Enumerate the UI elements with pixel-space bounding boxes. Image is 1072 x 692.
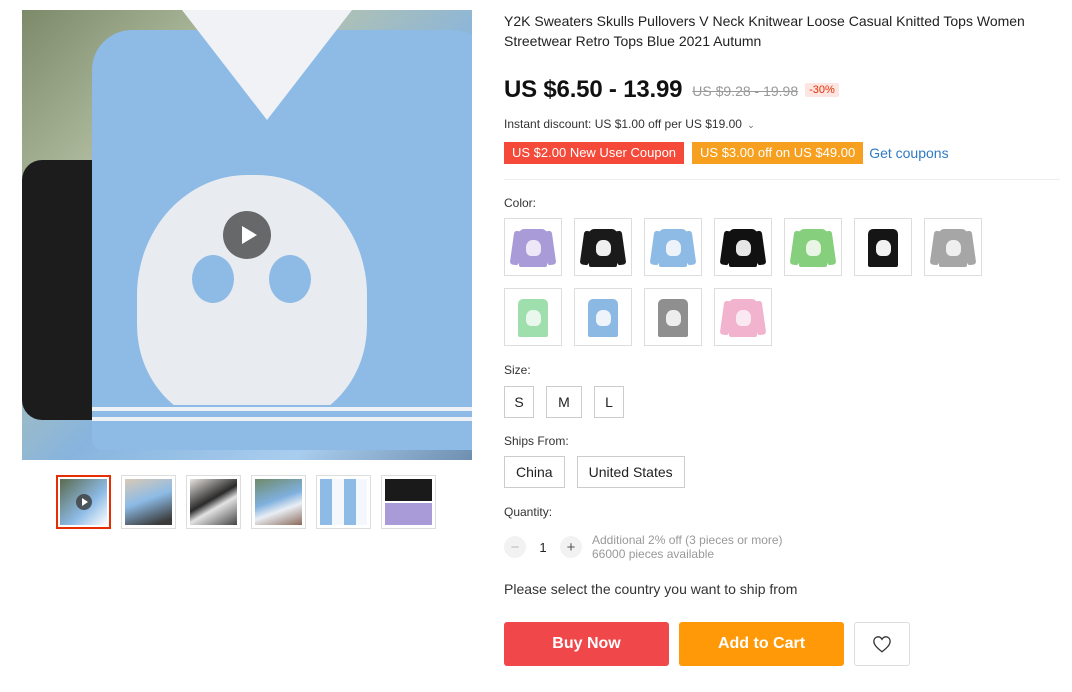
sweater-thumbnail (651, 295, 695, 339)
add-to-cart-button[interactable]: Add to Cart (679, 622, 844, 666)
ships-from-china[interactable]: China (504, 456, 565, 488)
heart-icon (873, 636, 891, 653)
size-option-m[interactable]: M (546, 386, 582, 418)
color-swatch-grey-vest[interactable] (644, 288, 702, 346)
instant-discount[interactable]: Instant discount: US $1.00 off per US $1… (504, 117, 755, 131)
size-label: Size: (504, 363, 531, 377)
ship-country-note: Please select the country you want to sh… (504, 581, 798, 597)
sweater-thumbnail (581, 295, 625, 339)
coupon-row: US $2.00 New User Coupon US $3.00 off on… (504, 142, 949, 164)
quantity-input[interactable] (526, 539, 560, 555)
thumbnail-6[interactable] (381, 475, 436, 529)
instant-discount-text: Instant discount: US $1.00 off per US $1… (504, 117, 742, 131)
color-swatch-black-vest[interactable] (854, 218, 912, 276)
sweater-thumbnail (509, 225, 557, 269)
divider (504, 179, 1060, 180)
wishlist-button[interactable] (854, 622, 910, 666)
sweater-thumbnail (719, 225, 767, 269)
play-icon (75, 494, 92, 510)
color-swatch-green[interactable] (784, 218, 842, 276)
color-swatch-green-vest[interactable] (504, 288, 562, 346)
sweater-thumbnail (929, 225, 977, 269)
thumbnail-5[interactable] (316, 475, 371, 529)
original-price: US $9.28 - 19.98 (692, 83, 799, 99)
size-options: S M L (504, 386, 624, 418)
bulk-discount-note: Additional 2% off (3 pieces or more) (592, 533, 783, 547)
new-user-coupon[interactable]: US $2.00 New User Coupon (504, 142, 685, 164)
color-swatch-grey[interactable] (924, 218, 982, 276)
sweater-thumbnail (789, 225, 837, 269)
thumbnail-1[interactable] (56, 475, 111, 529)
store-coupon[interactable]: US $3.00 off on US $49.00 (692, 142, 864, 164)
color-swatch-pink[interactable] (714, 288, 772, 346)
quantity-info: Additional 2% off (3 pieces or more) 660… (592, 533, 783, 561)
sweater-thumbnail (579, 225, 627, 269)
hem-graphic (92, 405, 472, 427)
quantity-increase-button[interactable]: + (560, 536, 582, 558)
discount-badge: -30% (805, 83, 839, 97)
play-video-button[interactable] (223, 211, 271, 259)
color-swatch-blue[interactable] (644, 218, 702, 276)
pieces-available: 66000 pieces available (592, 547, 715, 561)
thumbnail-strip (56, 475, 436, 529)
quantity-stepper: − + Additional 2% off (3 pieces or more)… (504, 533, 783, 561)
price-row: US $6.50 - 13.99 US $9.28 - 19.98 -30% (504, 76, 839, 104)
ships-from-united-states[interactable]: United States (576, 456, 685, 488)
thumbnail-4[interactable] (251, 475, 306, 529)
color-swatch-purple[interactable] (504, 218, 562, 276)
color-swatch-black-skull[interactable] (714, 218, 772, 276)
size-option-s[interactable]: S (504, 386, 534, 418)
product-title: Y2K Sweaters Skulls Pullovers V Neck Kni… (504, 13, 1025, 49)
sweater-thumbnail (511, 295, 555, 339)
size-option-l[interactable]: L (594, 386, 624, 418)
chevron-down-icon: ⌄ (747, 120, 755, 130)
price: US $6.50 - 13.99 (504, 76, 683, 103)
color-swatches (504, 218, 1004, 346)
sweater-thumbnail (719, 295, 767, 339)
buy-now-button[interactable]: Buy Now (504, 622, 669, 666)
play-icon (241, 226, 257, 244)
color-swatch-black[interactable] (574, 218, 632, 276)
sweater-thumbnail (861, 225, 905, 269)
quantity-label: Quantity: (504, 505, 553, 519)
thumbnail-2[interactable] (121, 475, 176, 529)
color-swatch-blue-vest[interactable] (574, 288, 632, 346)
sweater-thumbnail (649, 225, 697, 269)
color-label: Color: (504, 196, 537, 210)
main-product-image[interactable] (22, 10, 472, 460)
thumbnail-3[interactable] (186, 475, 241, 529)
quantity-decrease-button[interactable]: − (504, 536, 526, 558)
ships-from-label: Ships From: (504, 434, 569, 448)
ships-from-options: China United States (504, 456, 685, 488)
action-buttons: Buy Now Add to Cart (504, 622, 910, 666)
get-coupons-link[interactable]: Get coupons (869, 145, 948, 161)
